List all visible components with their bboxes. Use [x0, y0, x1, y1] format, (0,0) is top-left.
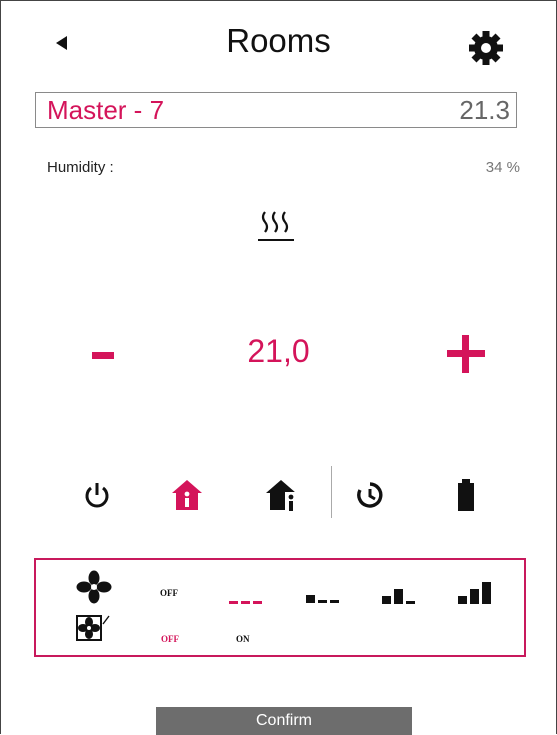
- increase-temp-button[interactable]: [446, 334, 486, 374]
- confirm-button[interactable]: Confirm: [156, 707, 412, 735]
- heating-icon: [258, 211, 294, 241]
- fan-icon: [76, 570, 112, 604]
- home-info-icon: [266, 480, 299, 512]
- humidity-value: 34 %: [485, 159, 520, 176]
- humidity-label: Humidity :: [47, 159, 114, 176]
- fan-speed-off[interactable]: OFF: [160, 588, 178, 598]
- fan-auto-on[interactable]: ON: [236, 634, 250, 644]
- battery-icon: [458, 479, 474, 511]
- fan-speed-2-button[interactable]: [382, 584, 416, 606]
- fan-speed-0-button[interactable]: [229, 592, 263, 606]
- mode-divider: [331, 466, 332, 518]
- power-button[interactable]: [80, 475, 114, 515]
- away-mode-button[interactable]: [266, 475, 300, 515]
- power-icon: [85, 483, 109, 508]
- home-icon: [172, 480, 202, 510]
- fan-speed-1-button[interactable]: [306, 589, 340, 605]
- gear-icon[interactable]: [466, 28, 506, 68]
- home-mode-button[interactable]: [170, 475, 204, 515]
- timer-icon: [357, 482, 383, 508]
- room-name: Master - 7: [47, 94, 165, 125]
- fan-auto-off[interactable]: OFF: [161, 634, 179, 644]
- back-arrow-icon[interactable]: [52, 33, 72, 53]
- battery-button[interactable]: [449, 475, 483, 515]
- fan-speed-3-button[interactable]: [458, 580, 492, 606]
- timer-mode-button[interactable]: [353, 475, 387, 515]
- room-selector[interactable]: Master - 7 21.3: [35, 92, 517, 128]
- room-current-temp: 21.3: [459, 94, 510, 125]
- fan-auto-icon: [76, 615, 110, 641]
